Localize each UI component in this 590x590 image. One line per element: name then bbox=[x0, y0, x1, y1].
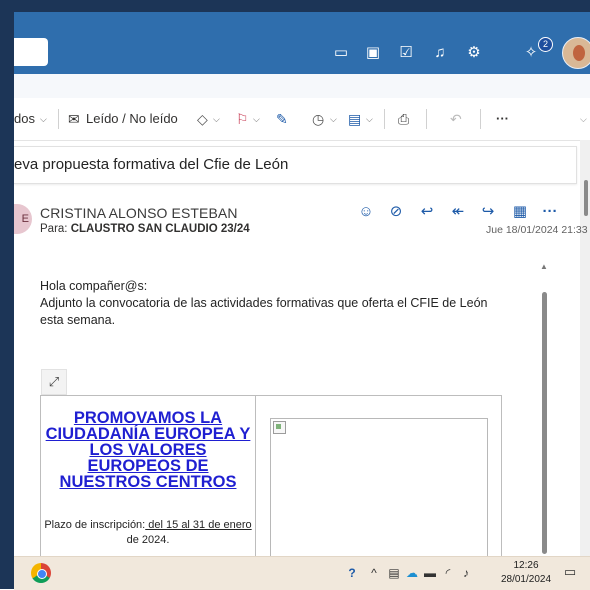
message-toolbar: dos ⌵ ✉ Leído / No leído ◇ ⌵ ⚐ ⌵ ✎ ◷ ⌵ ▤… bbox=[14, 98, 590, 141]
toolbar-divider bbox=[58, 109, 59, 129]
body-line: esta semana. bbox=[40, 313, 116, 327]
reading-pane-scrollbar[interactable] bbox=[584, 180, 588, 216]
emoji-icon[interactable]: ☺ bbox=[356, 202, 376, 222]
ribbon-spacer bbox=[14, 74, 590, 98]
chevron-down-icon[interactable]: ⌵ bbox=[330, 110, 337, 128]
chevron-down-icon[interactable]: ⌵ bbox=[580, 110, 587, 128]
recipient-name[interactable]: CLAUSTRO SAN CLAUDIO 23/24 bbox=[71, 223, 250, 235]
chevron-down-icon[interactable]: ⌵ bbox=[40, 110, 47, 128]
chevron-up-icon[interactable]: ^ bbox=[366, 564, 382, 582]
speaker-icon[interactable]: ♪ bbox=[458, 564, 474, 582]
notification-center-icon[interactable]: ▭ bbox=[562, 564, 578, 580]
battery-icon[interactable]: ▬ bbox=[422, 564, 438, 582]
sender-avatar[interactable]: E bbox=[14, 204, 32, 234]
print-icon[interactable]: ⎙ bbox=[398, 110, 409, 128]
message-pane: E CRISTINA ALONSO ESTEBAN Para: CLAUSTRO… bbox=[14, 188, 588, 564]
clock-icon[interactable]: ◷ bbox=[312, 110, 324, 128]
message-body: Hola compañer@s: Adjunto la convocatoria… bbox=[40, 278, 530, 329]
message-date: Jue 18/01/2024 21:33 bbox=[486, 224, 588, 236]
toolbar-divider bbox=[384, 109, 385, 129]
notification-badge: 2 bbox=[538, 37, 553, 52]
plazo-dates-link[interactable]: del 15 al 31 de enero bbox=[145, 519, 251, 531]
broken-image bbox=[270, 418, 488, 564]
todo-icon[interactable]: ☑ bbox=[395, 42, 417, 64]
bell-icon[interactable]: ♫ bbox=[429, 42, 451, 64]
toolbar-divider bbox=[426, 109, 427, 129]
windows-taskbar: ? ^ ▤ ☁ ▬ ◜ ♪ 12:26 28/01/2024 ▭ bbox=[14, 556, 590, 590]
wifi-icon[interactable]: ◜ bbox=[440, 564, 456, 582]
clock-date: 28/01/2024 bbox=[500, 574, 552, 585]
body-greeting: Hola compañer@s: bbox=[40, 279, 148, 293]
more-actions-icon[interactable]: ··· bbox=[540, 202, 560, 222]
gear-icon[interactable]: ⚙ bbox=[463, 42, 485, 64]
chat-icon[interactable]: ▭ bbox=[330, 42, 352, 64]
help-icon[interactable]: ? bbox=[344, 564, 360, 582]
read-unread-button[interactable]: Leído / No leído bbox=[86, 110, 178, 128]
toolbar-partial-label[interactable]: dos bbox=[14, 110, 35, 128]
recipient-line: Para: CLAUSTRO SAN CLAUDIO 23/24 bbox=[40, 223, 250, 235]
plazo-prefix: Plazo de inscripción: bbox=[44, 519, 146, 531]
flag-icon[interactable]: ⚐ bbox=[236, 110, 249, 128]
apps-icon[interactable]: ▦ bbox=[510, 202, 530, 222]
more-options-button[interactable]: ··· bbox=[496, 110, 509, 128]
immersive-reader-icon[interactable]: ⊘ bbox=[386, 202, 406, 222]
chrome-icon[interactable] bbox=[31, 563, 51, 583]
window-top-edge bbox=[14, 0, 590, 12]
promo-title-link[interactable]: PROMOVAMOS LA CIUDADANÍA EUROPEA Y LOS V… bbox=[41, 410, 255, 491]
table-divider bbox=[255, 396, 256, 564]
reply-all-icon[interactable]: ↞ bbox=[448, 202, 468, 222]
to-label: Para: bbox=[40, 223, 68, 235]
clock-time: 12:26 bbox=[513, 560, 539, 571]
registration-period: Plazo de inscripción: del 15 al 31 de en… bbox=[41, 518, 255, 548]
keyboard-icon[interactable]: ▤ bbox=[386, 564, 402, 582]
expand-icon[interactable]: ⤢ bbox=[41, 369, 67, 395]
subject-bar: eva propuesta formativa del Cfie de León bbox=[14, 146, 577, 184]
toolbar-divider bbox=[480, 109, 481, 129]
undo-icon[interactable]: ↶ bbox=[450, 110, 462, 128]
rules-icon[interactable]: ▤ bbox=[348, 110, 361, 128]
user-avatar[interactable] bbox=[562, 37, 590, 69]
taskbar-clock[interactable]: 12:26 28/01/2024 bbox=[496, 559, 556, 587]
message-subject: eva propuesta formativa del Cfie de León bbox=[14, 156, 289, 173]
pin-icon[interactable]: ✎ bbox=[276, 110, 288, 128]
chevron-down-icon[interactable]: ⌵ bbox=[213, 110, 220, 128]
sender-name[interactable]: CRISTINA ALONSO ESTEBAN bbox=[40, 205, 238, 221]
app-header: ▭ ▣ ☑ ♫ ⚙ ✧ 2 bbox=[14, 12, 590, 74]
cloud-icon[interactable]: ☁ bbox=[404, 564, 420, 582]
tag-icon[interactable]: ◇ bbox=[197, 110, 208, 128]
scroll-up-arrow-icon[interactable]: ▲ bbox=[540, 262, 548, 271]
chevron-down-icon[interactable]: ⌵ bbox=[253, 110, 260, 128]
body-line: Adjunto la convocatoria de las actividad… bbox=[40, 296, 488, 310]
message-scrollbar[interactable] bbox=[542, 292, 547, 554]
outlook-icon[interactable]: ▣ bbox=[362, 42, 384, 64]
reply-icon[interactable]: ↩ bbox=[417, 202, 437, 222]
chevron-down-icon[interactable]: ⌵ bbox=[366, 110, 373, 128]
search-box[interactable] bbox=[14, 38, 48, 66]
window-left-edge bbox=[0, 0, 14, 589]
forward-icon[interactable]: ↪ bbox=[478, 202, 498, 222]
plazo-suffix: de 2024. bbox=[126, 534, 170, 546]
embedded-content-table: PROMOVAMOS LA CIUDADANÍA EUROPEA Y LOS V… bbox=[40, 395, 502, 564]
envelope-open-icon[interactable]: ✉ bbox=[68, 110, 80, 128]
broken-image-icon bbox=[273, 421, 286, 434]
